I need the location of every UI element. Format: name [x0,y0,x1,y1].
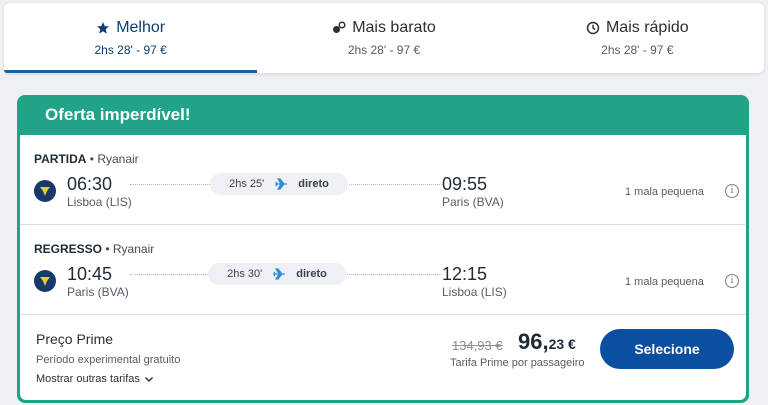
tab-mais-rapido[interactable]: Mais rápido 2hs 28' - 97 € [511,3,764,73]
flight-stops: direto [298,178,329,190]
departure-time: 06:30 [67,174,113,194]
info-icon[interactable]: i [725,184,739,198]
arrival-time: 12:15 [442,264,488,284]
flight-stops: direto [296,268,327,280]
tab-summary: 2hs 28' - 97 € [347,43,421,57]
offer-body: PARTIDA • Ryanair 06:30 Lisboa (LIS) 2hs… [20,135,746,400]
flight-duration-pill: 2hs 25' direto [210,173,348,195]
clock-icon [586,21,600,35]
sort-tabs: Melhor 2hs 28' - 97 € Mais barato 2hs 28… [4,3,764,73]
departure-time: 10:45 [67,264,113,284]
tab-label: Mais barato [352,19,436,36]
coins-icon [333,21,346,33]
original-price: 134,93 € [452,338,503,353]
select-button[interactable]: Selecione [600,329,734,369]
leg-direction: REGRESSO [34,242,103,256]
outbound-leg: PARTIDA • Ryanair 06:30 Lisboa (LIS) 2hs… [20,135,746,225]
prime-price: 96,23 € [518,329,576,355]
baggage-info: 1 mala pequena [625,186,704,198]
arrival-time: 09:55 [442,174,488,194]
leg-direction: PARTIDA [34,152,87,166]
tab-summary: 2hs 28' - 97 € [94,43,167,57]
star-icon [97,22,110,34]
departure-airport: Lisboa (LIS) [67,195,132,209]
ryanair-logo-icon [34,180,56,202]
leg-airline: • Ryanair [105,242,155,256]
show-more-fares-link[interactable]: Mostrar outras tarifas [36,373,154,385]
tab-label: Mais rápido [605,19,689,36]
per-passenger-label: Tarifa Prime por passageiro [450,357,585,369]
show-more-fares-label: Mostrar outras tarifas [36,373,140,385]
tab-melhor[interactable]: Melhor 2hs 28' - 97 € [4,3,258,73]
free-trial-text: Período experimental gratuito [36,354,181,366]
tab-label: Melhor [116,19,166,36]
price-integer: 96, [518,329,549,354]
price-decimal: 23 € [548,336,576,352]
chevron-down-icon [144,377,153,382]
leg-header: REGRESSO • Ryanair [34,242,154,256]
plane-icon [273,268,286,280]
flight-duration: 2hs 30' [227,268,263,280]
flight-duration: 2hs 25' [229,178,265,190]
info-icon[interactable]: i [725,274,739,288]
flight-duration-pill: 2hs 30' direto [208,263,346,285]
tab-mais-barato[interactable]: Mais barato 2hs 28' - 97 € [257,3,510,73]
arrival-airport: Lisboa (LIS) [442,285,507,299]
offer-banner: Oferta imperdível! [45,105,191,124]
return-leg: REGRESSO • Ryanair 10:45 Paris (BVA) 2hs… [20,225,746,315]
ryanair-logo-icon [34,270,56,292]
arrival-airport: Paris (BVA) [442,195,504,209]
prime-price-title: Preço Prime [36,331,114,347]
pricing-section: Preço Prime Período experimental gratuit… [20,315,746,400]
tab-summary: 2hs 28' - 97 € [601,43,674,57]
leg-header: PARTIDA • Ryanair [34,152,139,166]
baggage-info: 1 mala pequena [625,276,704,288]
leg-airline: • Ryanair [89,152,139,166]
departure-airport: Paris (BVA) [67,285,129,299]
flight-offer-card: Oferta imperdível! PARTIDA • Ryanair 06:… [17,95,749,403]
plane-icon [275,178,288,190]
